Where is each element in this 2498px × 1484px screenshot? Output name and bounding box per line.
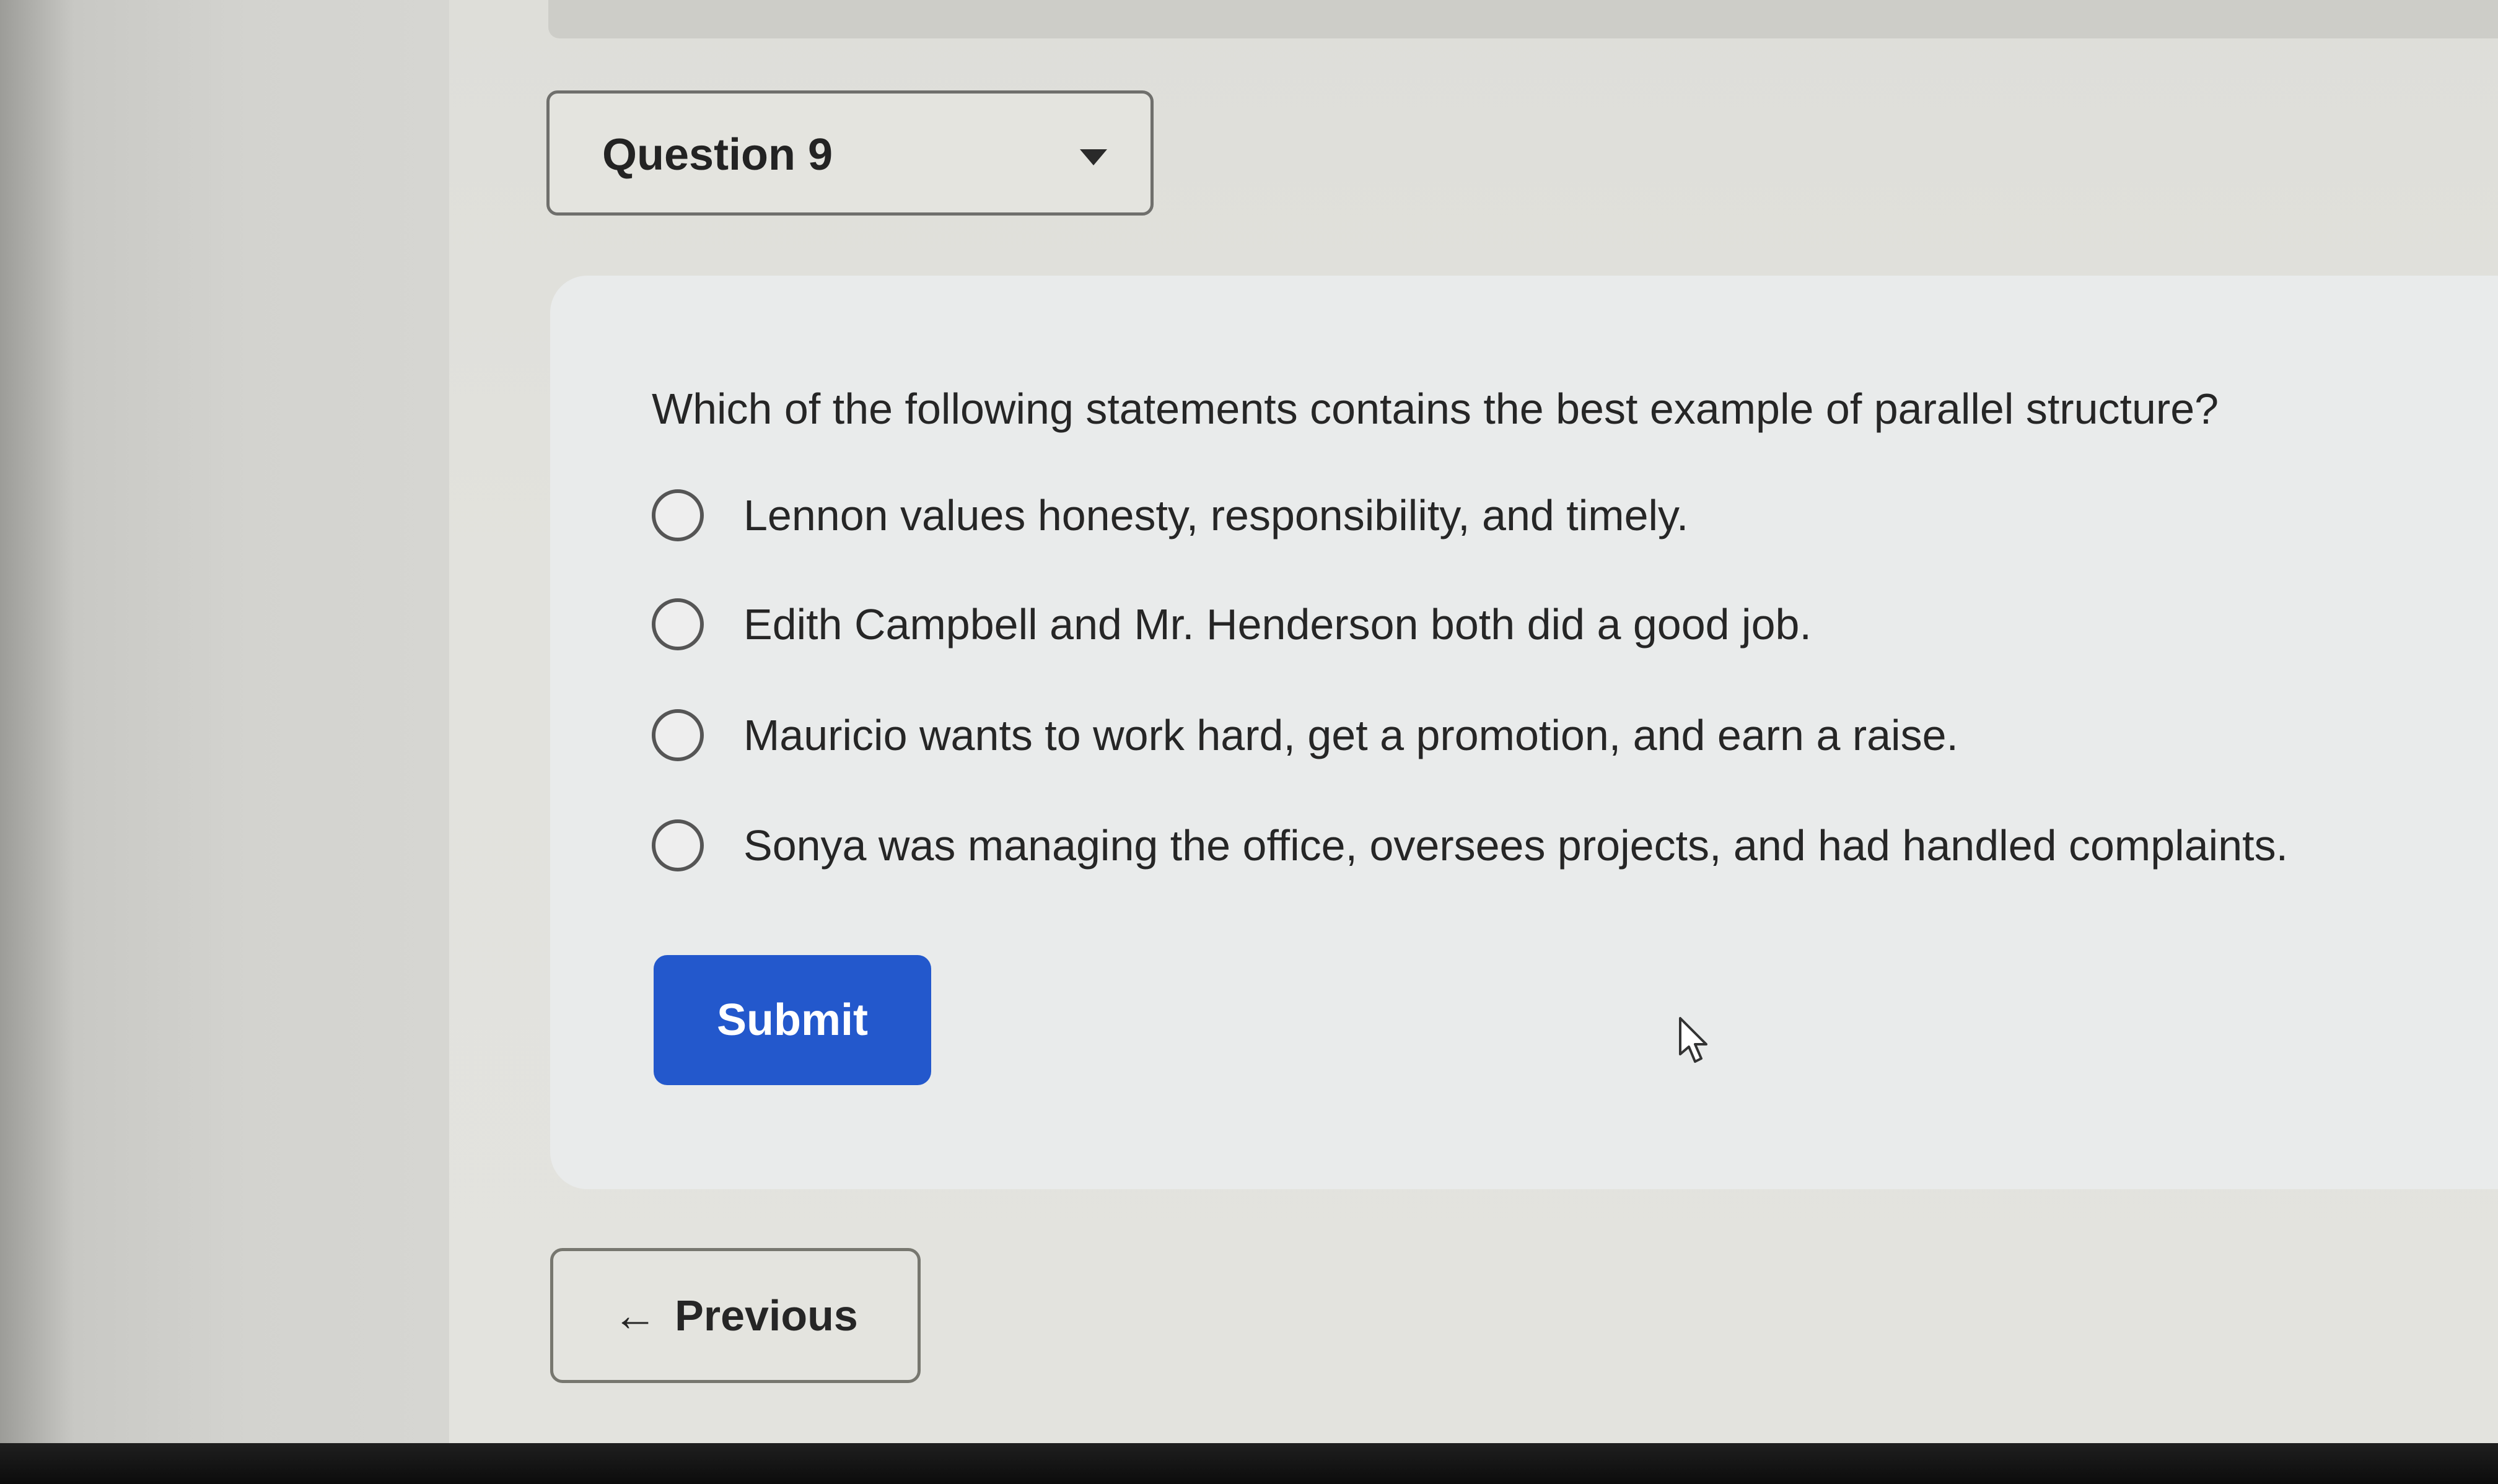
- radio-button[interactable]: [652, 709, 704, 761]
- answer-option-2[interactable]: Edith Campbell and Mr. Henderson both di…: [652, 590, 1812, 658]
- radio-button[interactable]: [652, 489, 704, 541]
- question-prompt: Which of the following statements contai…: [652, 385, 2219, 433]
- question-selector-label: Question 9: [602, 130, 833, 180]
- answer-option-4[interactable]: Sonya was managing the office, oversees …: [652, 811, 2288, 879]
- radio-button[interactable]: [652, 819, 704, 871]
- arrow-left-icon: ←: [613, 1291, 658, 1340]
- question-selector-dropdown[interactable]: Question 9: [546, 90, 1154, 216]
- top-bar: [548, 0, 2498, 38]
- answer-option-1[interactable]: Lennon values honesty, responsibility, a…: [652, 481, 1688, 549]
- submit-button[interactable]: Submit: [654, 955, 931, 1085]
- answer-option-3[interactable]: Mauricio wants to work hard, get a promo…: [652, 701, 1958, 769]
- mouse-pointer-icon: [1679, 1017, 1707, 1063]
- answer-option-label: Lennon values honesty, responsibility, a…: [743, 491, 1689, 539]
- previous-button-label: Previous: [675, 1291, 858, 1340]
- previous-button[interactable]: ← Previous: [550, 1248, 921, 1383]
- submit-button-label: Submit: [717, 995, 868, 1045]
- answer-option-label: Sonya was managing the office, oversees …: [743, 821, 2289, 870]
- radio-button[interactable]: [652, 598, 704, 650]
- caret-down-icon: [1080, 149, 1107, 165]
- answer-option-label: Edith Campbell and Mr. Henderson both di…: [743, 600, 1812, 648]
- screen-bezel: [0, 1443, 2498, 1484]
- left-sidebar: [0, 0, 449, 1443]
- answer-option-label: Mauricio wants to work hard, get a promo…: [743, 711, 1958, 759]
